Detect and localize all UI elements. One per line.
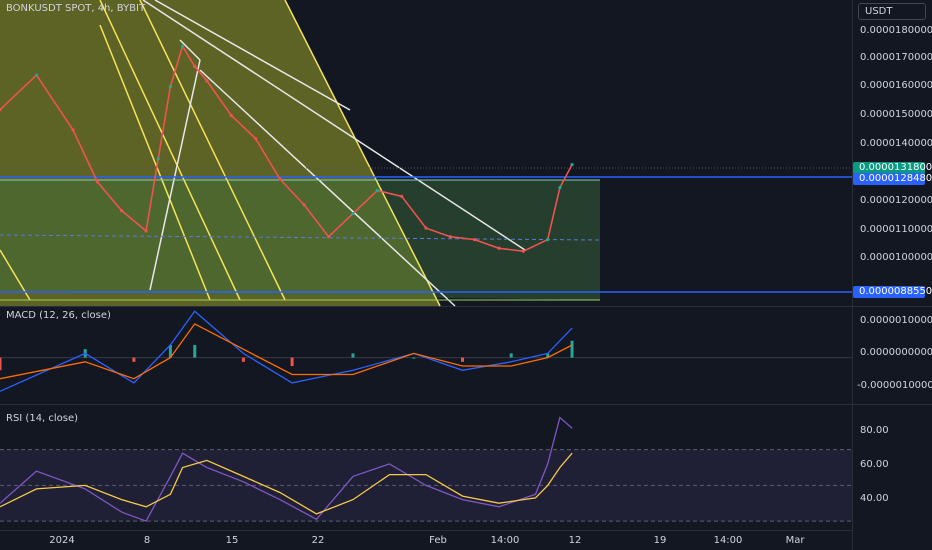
macd-histogram-bar	[290, 357, 294, 367]
macd-histogram-bar	[132, 357, 136, 362]
price-point	[351, 212, 355, 216]
price-point	[570, 162, 574, 167]
price-point	[180, 44, 185, 48]
price-tick-label: 0.0000180000	[860, 25, 932, 36]
price-point	[71, 128, 75, 132]
price-point	[95, 180, 99, 184]
macd-histogram-bar	[412, 357, 416, 359]
macd-histogram-bar	[0, 357, 2, 371]
price-point	[400, 194, 404, 198]
price-point	[278, 177, 282, 181]
price-point	[156, 157, 160, 161]
price-point	[302, 203, 306, 207]
price-point	[193, 64, 197, 68]
x-tick-label: 12	[568, 535, 582, 546]
price-point	[120, 209, 124, 213]
price-point	[546, 238, 550, 242]
price-point	[229, 113, 233, 118]
x-tick-label: 22	[311, 535, 325, 546]
rsi-title: RSI (14, close)	[6, 413, 79, 424]
symbol-title: BONKUSDT SPOT, 4h, BYBIT	[6, 3, 146, 14]
x-tick-label: Feb	[429, 535, 447, 546]
x-tick-label: 19	[653, 535, 667, 546]
price-point	[205, 79, 209, 83]
macd-histogram-bar	[509, 353, 513, 358]
macd-tick-label: 0.0000000000	[860, 347, 932, 358]
price-point	[327, 235, 331, 239]
price-point	[473, 238, 477, 242]
price-point	[558, 186, 562, 190]
macd-histogram-bar	[241, 357, 245, 362]
price-tick-label: 0.0000120000	[860, 195, 932, 206]
x-tick-label: Mar	[785, 535, 805, 546]
price-badge-support: 0.0000088550	[853, 286, 932, 298]
macd-histogram-bar	[351, 353, 355, 358]
chart-canvas[interactable]	[0, 0, 932, 550]
macd-histogram-bar	[193, 344, 197, 358]
price-point	[375, 188, 379, 193]
price-point	[497, 246, 501, 250]
x-tick-label: 14:00	[490, 535, 520, 546]
price-tick-label: 0.0000100000	[860, 252, 932, 263]
chart-window[interactable]: BONKUSDT SPOT, 4h, BYBIT USDT 0.00001800…	[0, 0, 932, 550]
price-point	[34, 73, 39, 77]
price-point	[424, 226, 428, 230]
x-tick-label: 2024	[49, 535, 75, 546]
price-tick-label: 0.0000160000	[860, 80, 932, 91]
price-tick-label: 0.0000150000	[860, 109, 932, 120]
x-tick-label: 15	[225, 535, 239, 546]
price-point	[254, 136, 258, 141]
price-point	[144, 229, 148, 233]
macd-title: MACD (12, 26, close)	[6, 310, 111, 321]
price-point	[168, 85, 172, 89]
macd-tick-label: 0.0000010000	[860, 315, 932, 326]
rsi-tick-label: 40.00	[860, 493, 889, 504]
price-tick-label: 0.0000110000	[860, 224, 932, 235]
price-badge-level: 0.0000128480	[853, 173, 932, 185]
macd-histogram-bar	[461, 357, 465, 362]
rsi-tick-label: 80.00	[860, 425, 889, 436]
macd-histogram-bar	[570, 340, 574, 358]
price-point	[448, 235, 452, 239]
rsi-tick-label: 60.00	[860, 459, 889, 470]
x-tick-label: 14:00	[713, 535, 743, 546]
macd-tick-label: -0.0000010000	[857, 380, 932, 391]
price-tick-label: 0.0000170000	[860, 52, 932, 63]
price-tick-label: 0.0000140000	[860, 138, 932, 149]
price-point	[521, 249, 525, 253]
x-tick-label: 8	[143, 535, 151, 546]
currency-button[interactable]: USDT	[858, 3, 926, 20]
